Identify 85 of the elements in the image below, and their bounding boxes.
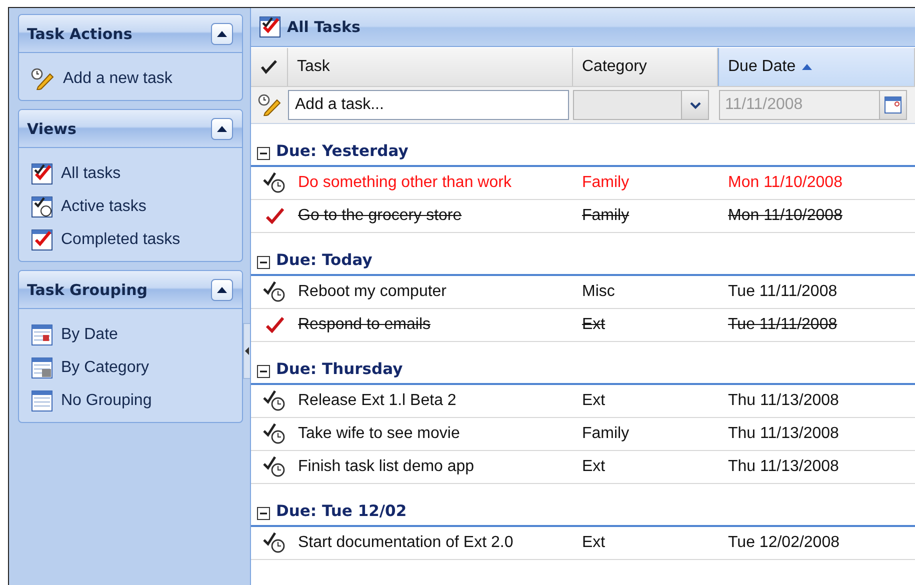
collapse-icon [217,30,227,36]
collapse-icon[interactable] [257,507,270,520]
panel-title: Views [27,120,76,138]
calendar-icon [884,96,902,114]
task-row[interactable]: Go to the grocery store Family Mon 11/10/2008 [251,200,915,233]
task-row[interactable]: Take wife to see movie Family Thu 11/13/2008 [251,418,915,451]
group-title: Due: Yesterday [276,142,408,160]
calendar-icon [31,356,53,378]
sidebar-link[interactable]: No Grouping [61,392,152,410]
collapse-icon[interactable] [257,256,270,269]
check-clock-icon[interactable] [262,532,286,554]
task-row[interactable]: Do something other than work Family Mon 11/10/2008 [251,167,915,200]
sidebar-link[interactable]: Active tasks [61,198,146,216]
check-clock-icon[interactable] [262,172,286,194]
task-row[interactable]: Release Ext 1.l Beta 2 Ext Thu 11/13/2008 [251,385,915,418]
check-clock-icon[interactable] [262,390,286,412]
category-text: Ext [582,316,606,334]
checklist-icon [259,16,281,38]
task-name: Do something other than work [298,174,512,192]
category-text: Ext [582,534,606,552]
checklist-icon [31,228,53,250]
dropdown-icon [690,102,700,108]
category-text: Family [582,174,630,192]
sort-ascending-icon [802,64,812,70]
check-clock-icon[interactable] [262,281,286,303]
pencil-clock-icon [258,94,282,116]
grid-title: All Tasks [287,18,360,36]
check-clock-icon[interactable] [262,456,286,478]
task-name: Reboot my computer [298,283,448,301]
collapse-icon [217,286,227,292]
sidebar-link[interactable]: By Date [61,326,118,344]
due-date-text: Tue 11/11/2008 [728,316,838,334]
task-row[interactable]: Start documentation of Ext 2.0 Ext Tue 12/02/2008 [251,527,915,560]
due-date-text: Tue 11/11/2008 [728,283,838,301]
group-title: Due: Thursday [276,360,403,378]
due-date-text: Thu 11/13/2008 [728,458,840,476]
task-name: Start documentation of Ext 2.0 [298,534,514,552]
task-row[interactable]: Finish task list demo app Ext Thu 11/13/2008 [251,451,915,484]
category-text: Family [582,207,630,225]
task-name: Take wife to see movie [298,425,461,443]
collapse-left-icon [245,347,249,355]
task-row[interactable]: Reboot my computer Misc Tue 11/11/2008 [251,276,915,309]
panel-title: Task Grouping [27,280,148,298]
task-name: Go to the grocery store [298,207,463,225]
splitter-handle[interactable] [243,323,250,379]
category-text: Misc [582,283,616,301]
category-text: Family [582,425,630,443]
column-header[interactable]: Category [573,48,718,86]
pencil-clock-icon [31,68,55,90]
panel-title: Task Actions [27,24,132,42]
collapse-icon [217,126,227,132]
sidebar-link[interactable]: By Category [61,358,150,376]
task-name: Finish task list demo app [298,458,476,476]
check-clock-icon[interactable] [262,423,286,445]
checklist-clock-icon [31,196,53,218]
due-date-text: Mon 11/10/2008 [728,174,844,192]
grid-icon [31,390,53,412]
category-text: Ext [582,458,606,476]
sidebar-link[interactable]: Completed tasks [61,230,180,248]
checklist-icon [31,162,53,184]
calendar-icon [31,324,53,346]
sidebar-link[interactable]: All tasks [61,164,121,182]
task-name: Release Ext 1.l Beta 2 [298,392,458,410]
check-icon [261,60,277,74]
column-header[interactable]: Due Date [718,48,915,86]
due-date-text: Tue 12/02/2008 [728,534,840,552]
column-header[interactable]: Task [288,48,573,86]
collapse-button[interactable] [211,278,233,300]
check-icon[interactable] [266,317,284,333]
collapse-icon[interactable] [257,365,270,378]
new-task-field[interactable]: Add a task... [288,90,569,120]
due-date-text: Thu 11/13/2008 [728,392,840,410]
group-title: Due: Tue 12/02 [276,502,407,520]
collapse-button[interactable] [211,118,233,140]
task-name: Respond to emails [298,316,432,334]
category-text: Ext [582,392,606,410]
check-column-header[interactable] [251,48,288,86]
task-row[interactable]: Respond to emails Ext Tue 11/11/2008 [251,309,915,342]
sidebar-link[interactable]: Add a new task [63,70,172,88]
check-icon[interactable] [266,208,284,224]
due-date-text: Mon 11/10/2008 [728,207,844,225]
collapse-button[interactable] [211,22,233,44]
collapse-icon[interactable] [257,147,270,160]
due-date-text: Thu 11/13/2008 [728,425,840,443]
group-title: Due: Today [276,251,372,269]
